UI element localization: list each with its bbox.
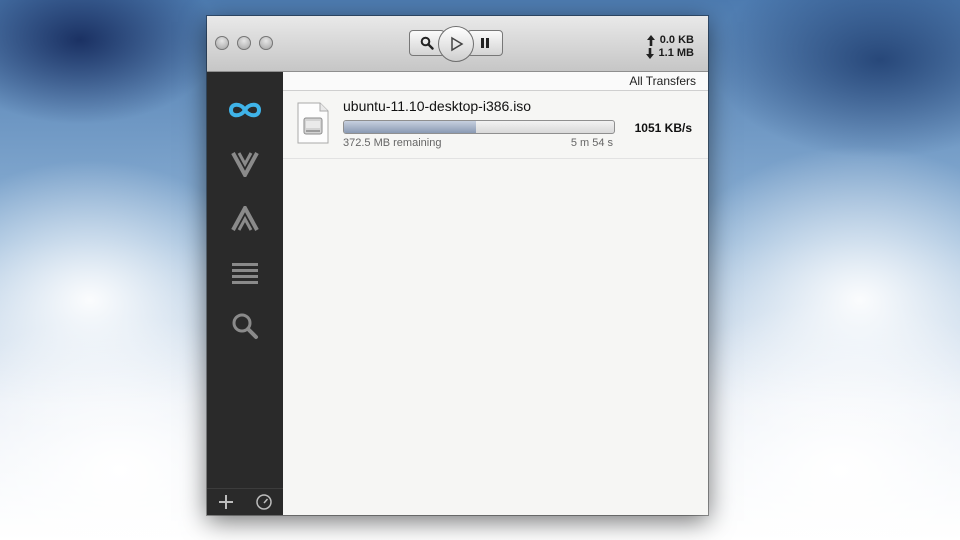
play-icon: [451, 36, 464, 52]
sidebar-item-all[interactable]: [207, 90, 283, 130]
transfer-filename: ubuntu-11.10-desktop-i386.iso: [343, 98, 532, 114]
title-bar: 0.0 KB 1.1 MB: [207, 16, 708, 72]
transfer-progress-fill: [344, 121, 477, 133]
download-arrow-icon: [645, 48, 654, 59]
sidebar-item-list[interactable]: [207, 253, 283, 293]
filter-label[interactable]: All Transfers: [629, 74, 708, 88]
download-v-icon: [231, 152, 259, 177]
transfer-controls: [409, 26, 503, 62]
minimize-window-button[interactable]: [237, 36, 251, 50]
transfers-pane: All Transfers ubuntu-11.10-desktop-i386.…: [283, 72, 708, 515]
speedometer-icon: [256, 494, 272, 510]
search-icon: [232, 313, 258, 339]
infinity-icon: [228, 102, 262, 118]
transfer-rates: 0.0 KB 1.1 MB: [645, 34, 694, 60]
app-window: 0.0 KB 1.1 MB All Transfers ubuntu-11.10…: [207, 16, 708, 515]
upload-rate: 0.0 KB: [659, 34, 694, 46]
zoom-window-button[interactable]: [259, 36, 273, 50]
upload-arrow-icon: [646, 35, 655, 46]
pause-icon: [481, 38, 489, 48]
play-button[interactable]: [438, 26, 474, 62]
sidebar: [207, 72, 283, 515]
upload-a-icon: [231, 206, 259, 231]
add-transfer-button[interactable]: [207, 489, 245, 515]
add-icon: [219, 495, 233, 509]
sidebar-item-uploads[interactable]: [207, 199, 283, 239]
list-icon: [232, 263, 258, 284]
sidebar-item-downloads[interactable]: [207, 144, 283, 184]
download-rate: 1.1 MB: [658, 47, 694, 59]
disk-image-file-icon: [297, 102, 329, 144]
transfer-row[interactable]: ubuntu-11.10-desktop-i386.iso 372.5 MB r…: [283, 92, 708, 159]
speed-limit-button[interactable]: [245, 489, 283, 515]
transfer-eta: 5 m 54 s: [570, 137, 613, 149]
sidebar-footer: [207, 488, 283, 515]
magnifier-icon: [420, 36, 434, 50]
transfer-remaining: 372.5 MB remaining: [343, 137, 442, 149]
sidebar-item-search[interactable]: [207, 306, 283, 346]
transfers-filter-header: All Transfers: [283, 72, 708, 91]
transfer-progress-bar: [343, 120, 615, 134]
transfer-speed: 1051 KB/s: [634, 121, 692, 135]
close-window-button[interactable]: [215, 36, 229, 50]
